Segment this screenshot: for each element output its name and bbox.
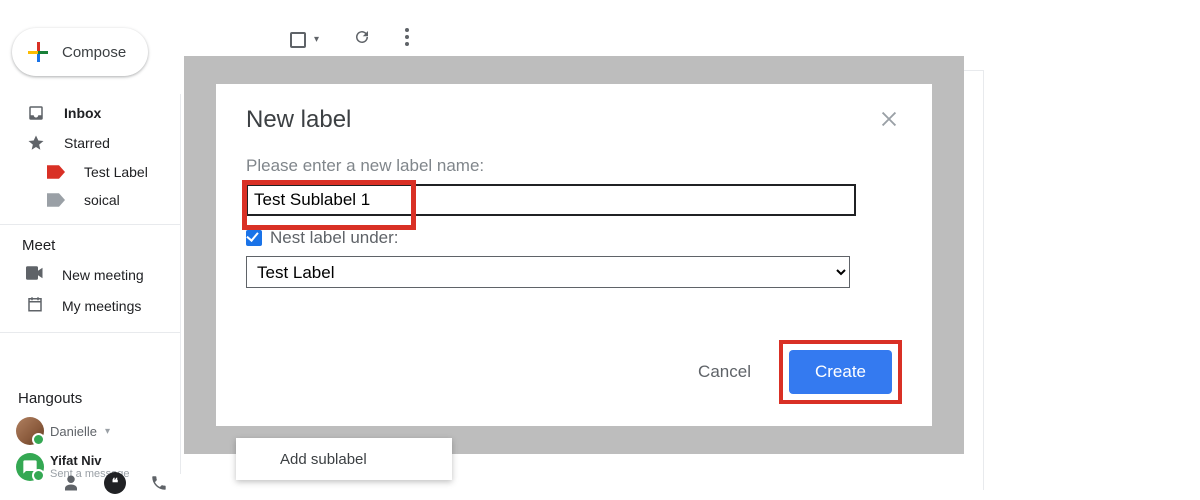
new-label-dialog: New label Please enter a new label name:…: [216, 84, 932, 426]
create-button[interactable]: Create: [789, 350, 892, 394]
phone-icon[interactable]: [148, 472, 170, 494]
divider: [180, 94, 181, 474]
parent-label-select[interactable]: Test Label: [246, 256, 850, 288]
tag-icon: [46, 165, 66, 179]
add-sublabel-menu-item[interactable]: Add sublabel: [236, 438, 452, 480]
nest-under-row: Nest label under:: [246, 228, 902, 248]
sidebar-item-new-meeting[interactable]: New meeting: [0, 260, 180, 289]
modal-backdrop: New label Please enter a new label name:…: [184, 56, 964, 454]
video-icon: [26, 266, 44, 283]
sidebar-item-inbox[interactable]: Inbox: [0, 98, 180, 128]
hangouts-bottom-tabs: ❝: [60, 466, 170, 500]
label-name-field-wrap: [246, 184, 856, 216]
compose-label: Compose: [62, 44, 126, 61]
refresh-button[interactable]: [353, 28, 371, 51]
more-button[interactable]: [405, 28, 409, 51]
close-button[interactable]: [878, 108, 900, 135]
divider: [0, 332, 180, 333]
add-sublabel-text: Add sublabel: [280, 451, 367, 468]
person-icon[interactable]: [60, 472, 82, 494]
sidebar-item-starred[interactable]: Starred: [0, 128, 180, 158]
select-all-control[interactable]: ▾: [290, 32, 319, 48]
sidebar: Compose Inbox Starred Test Label soical: [0, 0, 180, 500]
test-label-text: Test Label: [84, 164, 148, 180]
new-meeting-label: New meeting: [62, 267, 144, 283]
calendar-icon: [26, 295, 44, 316]
create-callout: Create: [779, 340, 902, 404]
inbox-icon: [26, 104, 46, 122]
dialog-actions: Cancel Create: [698, 340, 902, 404]
my-meetings-label: My meetings: [62, 298, 141, 314]
meet-header: Meet: [0, 225, 180, 260]
sidebar-label-soical[interactable]: soical: [0, 186, 180, 214]
compose-button[interactable]: Compose: [12, 28, 148, 76]
label-name-input[interactable]: [246, 184, 856, 216]
divider: [983, 70, 984, 490]
sidebar-label-test[interactable]: Test Label: [0, 158, 180, 186]
hangouts-header: Hangouts: [0, 378, 180, 413]
chevron-down-icon: ▾: [105, 426, 110, 437]
nav-list: Inbox Starred Test Label soical Meet: [0, 98, 180, 333]
name-prompt: Please enter a new label name:: [246, 156, 902, 176]
starred-label: Starred: [64, 135, 110, 151]
dialog-title: New label: [246, 106, 902, 134]
avatar: [16, 453, 44, 481]
inbox-label: Inbox: [64, 105, 101, 121]
avatar: [16, 417, 44, 445]
star-icon: [26, 134, 46, 152]
nest-checkbox[interactable]: [246, 230, 262, 246]
sidebar-item-my-meetings[interactable]: My meetings: [0, 289, 180, 322]
hangouts-self-row[interactable]: Danielle ▾: [0, 413, 180, 449]
mail-toolbar: ▾: [290, 28, 409, 51]
tag-icon: [46, 193, 66, 207]
checkbox-icon: [290, 32, 306, 48]
soical-label-text: soical: [84, 192, 120, 208]
plus-icon: [28, 42, 48, 62]
nest-label-text: Nest label under:: [270, 228, 399, 248]
cancel-button[interactable]: Cancel: [698, 362, 751, 382]
self-name: Danielle: [50, 424, 97, 439]
chevron-down-icon: ▾: [314, 34, 319, 45]
chat-icon[interactable]: ❝: [104, 472, 126, 494]
